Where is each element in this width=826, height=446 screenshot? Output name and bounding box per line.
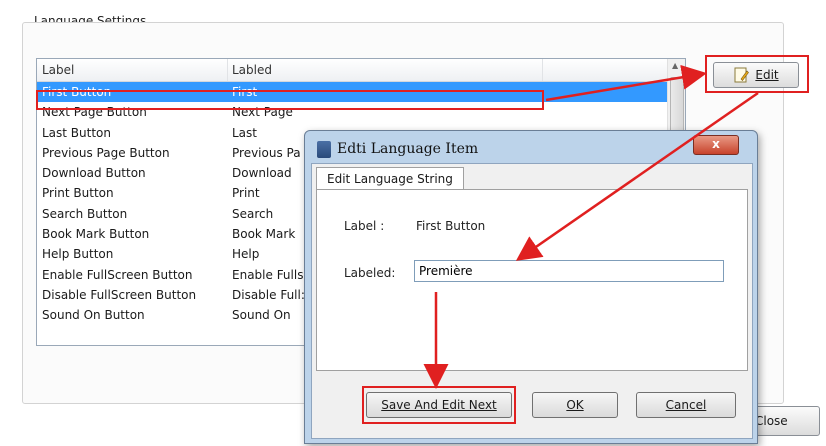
selected-row-annotation (36, 90, 544, 110)
ok-button-label: OK (566, 398, 584, 412)
row-label: Help Button (42, 247, 114, 262)
dialog-app-icon (317, 141, 331, 158)
cancel-button[interactable]: Cancel (636, 392, 736, 418)
tab-edit-language-string[interactable]: Edit Language String (316, 167, 464, 190)
save-button-annotation (362, 386, 516, 424)
row-label: Download Button (42, 166, 146, 181)
row-label: Sound On Button (42, 308, 145, 323)
column-header-label[interactable]: Label (37, 59, 228, 81)
dialog-title: Edti Language Item (337, 141, 479, 157)
row-label: Disable FullScreen Button (42, 287, 197, 302)
label-caption: Label : (344, 219, 385, 233)
row-label: Book Mark Button (42, 227, 150, 242)
row-label: Print Button (42, 186, 114, 201)
list-header: Label Labled (37, 59, 667, 82)
close-icon[interactable]: x (693, 135, 739, 155)
row-label: Previous Page Button (42, 145, 170, 160)
labeled-caption: Labeled: (344, 266, 396, 280)
cancel-button-label: Cancel (665, 398, 707, 412)
row-label: Last Button (42, 125, 112, 140)
row-label: Search Button (42, 206, 128, 221)
labeled-input[interactable] (414, 260, 724, 282)
ok-button[interactable]: OK (532, 392, 618, 418)
scroll-up-icon[interactable]: ▲ (672, 61, 678, 70)
label-value: First Button (416, 219, 486, 233)
row-label: Enable FullScreen Button (42, 267, 193, 282)
edit-button-annotation (705, 55, 809, 93)
column-header-labled[interactable]: Labled (227, 59, 543, 81)
